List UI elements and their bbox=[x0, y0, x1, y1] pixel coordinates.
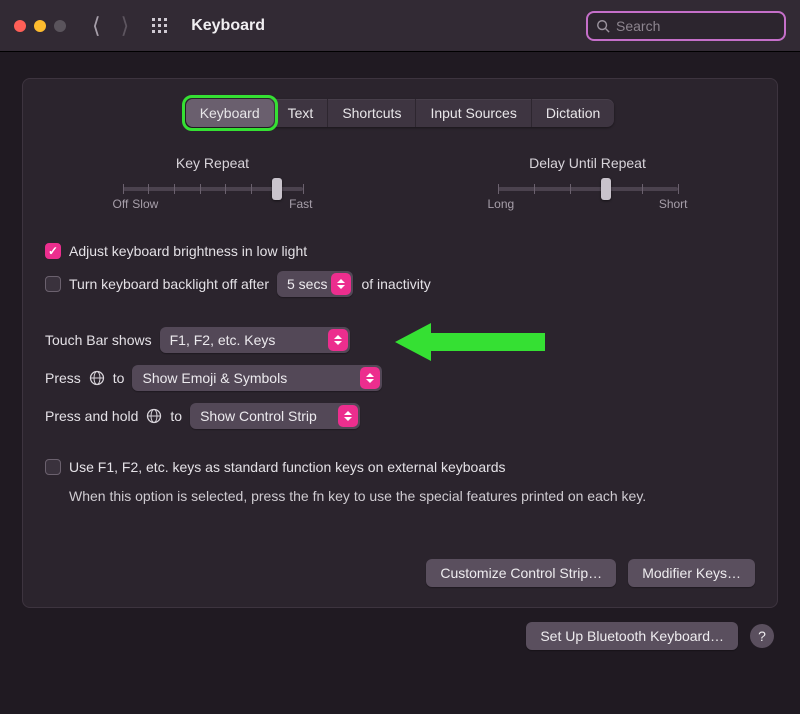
nav-arrows: ⟨ ⟩ bbox=[92, 13, 129, 39]
tab-label: Dictation bbox=[546, 105, 600, 121]
tab-label: Input Sources bbox=[430, 105, 516, 121]
tab-input-sources[interactable]: Input Sources bbox=[416, 99, 531, 127]
tab-keyboard[interactable]: Keyboard bbox=[186, 99, 274, 127]
key-repeat-block: Key Repeat Off Slow Fast bbox=[113, 155, 313, 211]
tab-text[interactable]: Text bbox=[274, 99, 329, 127]
sliders-row: Key Repeat Off Slow Fast Delay Until Rep… bbox=[45, 155, 755, 211]
titlebar: ⟨ ⟩ Keyboard bbox=[0, 0, 800, 52]
key-repeat-slider[interactable] bbox=[123, 187, 303, 191]
press-hold-row: Press and hold to Show Control Strip bbox=[45, 403, 755, 429]
help-button[interactable]: ? bbox=[750, 624, 774, 648]
tabs-container: Keyboard Text Shortcuts Input Sources Di… bbox=[45, 99, 755, 127]
touch-bar-select[interactable]: F1, F2, etc. Keys bbox=[160, 327, 350, 353]
main-content: Keyboard Text Shortcuts Input Sources Di… bbox=[0, 52, 800, 676]
button-label: Set Up Bluetooth Keyboard… bbox=[540, 628, 724, 644]
outer-bottom-row: Set Up Bluetooth Keyboard… ? bbox=[22, 622, 778, 650]
key-repeat-label: Key Repeat bbox=[176, 155, 249, 171]
search-input[interactable] bbox=[616, 18, 776, 34]
customize-control-strip-button[interactable]: Customize Control Strip… bbox=[426, 559, 616, 587]
press-hold-label-pre: Press and hold bbox=[45, 408, 138, 424]
close-window-button[interactable] bbox=[14, 20, 26, 32]
forward-button[interactable]: ⟩ bbox=[121, 13, 130, 39]
delay-long-label: Long bbox=[488, 197, 515, 211]
keyboard-panel: Keyboard Text Shortcuts Input Sources Di… bbox=[22, 78, 778, 608]
press-globe-label-post: to bbox=[113, 370, 125, 386]
search-field-wrap[interactable] bbox=[586, 11, 786, 41]
touch-bar-row: Touch Bar shows F1, F2, etc. Keys bbox=[45, 327, 755, 353]
press-globe-row: Press to Show Emoji & Symbols bbox=[45, 365, 755, 391]
tab-label: Keyboard bbox=[200, 105, 260, 121]
key-repeat-fast-label: Fast bbox=[289, 197, 312, 211]
bluetooth-keyboard-button[interactable]: Set Up Bluetooth Keyboard… bbox=[526, 622, 738, 650]
delay-repeat-label: Delay Until Repeat bbox=[529, 155, 646, 171]
button-label: Modifier Keys… bbox=[642, 565, 741, 581]
press-globe-value: Show Emoji & Symbols bbox=[142, 370, 287, 386]
adjust-brightness-label: Adjust keyboard brightness in low light bbox=[69, 243, 307, 259]
zoom-window-button[interactable] bbox=[54, 20, 66, 32]
minimize-window-button[interactable] bbox=[34, 20, 46, 32]
window-title: Keyboard bbox=[191, 17, 265, 35]
press-hold-label-post: to bbox=[170, 408, 182, 424]
backlight-off-value: 5 secs bbox=[287, 276, 327, 292]
fn-keys-row: Use F1, F2, etc. keys as standard functi… bbox=[45, 459, 755, 475]
backlight-off-row: Turn keyboard backlight off after 5 secs… bbox=[45, 271, 755, 297]
window-controls bbox=[14, 20, 66, 32]
button-label: Customize Control Strip… bbox=[440, 565, 602, 581]
tab-shortcuts[interactable]: Shortcuts bbox=[328, 99, 416, 127]
select-stepper-icon bbox=[328, 329, 348, 351]
tab-dictation[interactable]: Dictation bbox=[532, 99, 614, 127]
press-globe-label-pre: Press bbox=[45, 370, 81, 386]
key-repeat-slow-label: Slow bbox=[132, 197, 158, 211]
fn-keys-label: Use F1, F2, etc. keys as standard functi… bbox=[69, 459, 506, 475]
panel-bottom-buttons: Customize Control Strip… Modifier Keys… bbox=[45, 559, 755, 587]
select-stepper-icon bbox=[360, 367, 380, 389]
backlight-off-label-pre: Turn keyboard backlight off after bbox=[69, 276, 269, 292]
touch-bar-value: F1, F2, etc. Keys bbox=[170, 332, 276, 348]
adjust-brightness-checkbox[interactable] bbox=[45, 243, 61, 259]
fn-keys-helper: When this option is selected, press the … bbox=[69, 487, 755, 507]
select-stepper-icon bbox=[331, 273, 351, 295]
touch-bar-label: Touch Bar shows bbox=[45, 332, 152, 348]
key-repeat-off-label: Off bbox=[113, 197, 129, 211]
tab-bar: Keyboard Text Shortcuts Input Sources Di… bbox=[186, 99, 615, 127]
press-hold-select[interactable]: Show Control Strip bbox=[190, 403, 360, 429]
show-all-icon[interactable] bbox=[151, 17, 169, 35]
tab-label: Text bbox=[288, 105, 314, 121]
backlight-off-label-post: of inactivity bbox=[361, 276, 430, 292]
help-icon: ? bbox=[758, 628, 766, 644]
press-hold-value: Show Control Strip bbox=[200, 408, 317, 424]
modifier-keys-button[interactable]: Modifier Keys… bbox=[628, 559, 755, 587]
search-icon bbox=[596, 19, 610, 33]
delay-short-label: Short bbox=[659, 197, 688, 211]
globe-icon bbox=[89, 370, 105, 386]
select-stepper-icon bbox=[338, 405, 358, 427]
delay-repeat-block: Delay Until Repeat Long Short bbox=[488, 155, 688, 211]
press-globe-select[interactable]: Show Emoji & Symbols bbox=[132, 365, 382, 391]
back-button[interactable]: ⟨ bbox=[92, 13, 101, 39]
tab-label: Shortcuts bbox=[342, 105, 401, 121]
globe-icon bbox=[146, 408, 162, 424]
adjust-brightness-row: Adjust keyboard brightness in low light bbox=[45, 243, 755, 259]
delay-repeat-slider[interactable] bbox=[498, 187, 678, 191]
fn-keys-checkbox[interactable] bbox=[45, 459, 61, 475]
backlight-off-select[interactable]: 5 secs bbox=[277, 271, 353, 297]
backlight-off-checkbox[interactable] bbox=[45, 276, 61, 292]
